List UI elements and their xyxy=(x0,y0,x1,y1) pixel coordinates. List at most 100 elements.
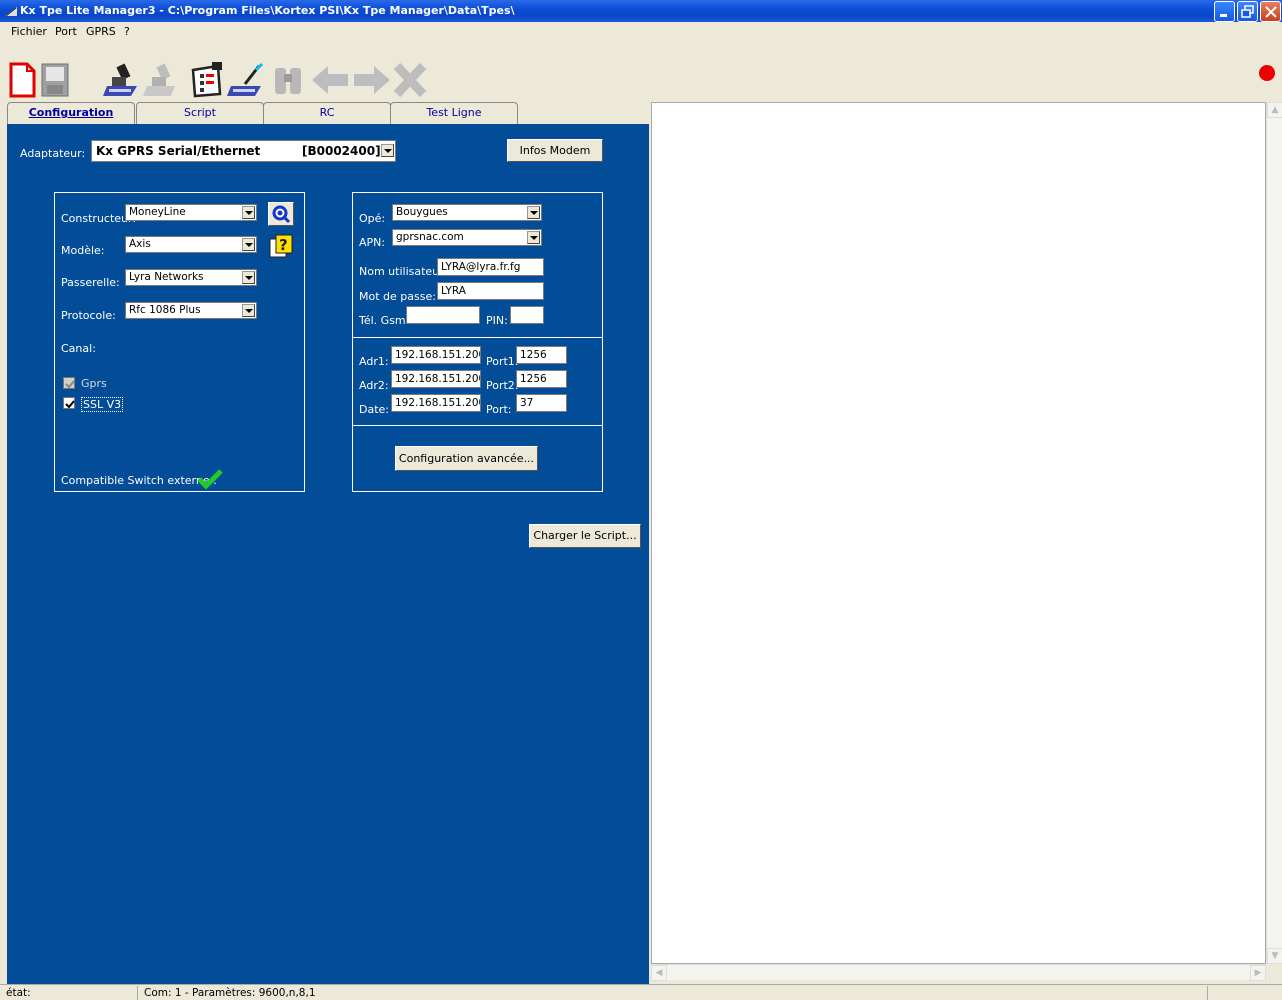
status-bar: état: Com: 1 - Paramètres: 9600,n,8,1 xyxy=(0,984,1282,1000)
menu-gprs[interactable]: GPRS xyxy=(86,25,116,38)
protocole-select[interactable]: Rfc 1086 Plus xyxy=(125,302,257,319)
date-field[interactable]: 192.168.151.200 xyxy=(391,394,481,412)
username-field[interactable]: LYRA@lyra.fr.fg xyxy=(437,258,544,276)
ssl-label: SSL V3 xyxy=(81,397,124,412)
adapter-label: Adaptateur: xyxy=(20,147,86,160)
adr1-field[interactable]: 192.168.151.200 xyxy=(391,346,481,364)
minimize-button[interactable] xyxy=(1214,1,1235,22)
check-icon xyxy=(65,400,75,409)
minimize-icon xyxy=(1220,14,1227,17)
help-model-button[interactable]: ? xyxy=(268,233,294,259)
divider xyxy=(137,986,138,1000)
search-button[interactable] xyxy=(272,62,306,96)
search-icon xyxy=(272,205,291,224)
chevron-down-icon xyxy=(381,144,394,157)
save-button[interactable] xyxy=(40,62,70,97)
adr1-label: Adr1: xyxy=(359,355,389,368)
stop-icon xyxy=(393,62,427,98)
chevron-down-icon xyxy=(527,206,540,219)
adapter-select[interactable]: Kx GPRS Serial/Ethernet [B0002400] xyxy=(91,140,396,162)
port2-field[interactable]: 1256 xyxy=(516,370,567,388)
gprs-label: Gprs xyxy=(81,377,107,390)
window-title: Kx Tpe Lite Manager3 - C:\Program Files\… xyxy=(20,4,515,17)
connect-icon xyxy=(103,63,137,96)
load-script-button[interactable]: Charger le Script... xyxy=(529,524,641,548)
binoculars-icon xyxy=(275,68,301,94)
port-field[interactable]: 37 xyxy=(516,394,567,412)
terminal-edit-icon xyxy=(227,62,264,96)
menu-bar: Fichier Port GPRS ? xyxy=(0,22,1282,40)
divider xyxy=(352,425,603,426)
scroll-right-icon[interactable]: ▶ xyxy=(1250,965,1266,981)
arrow-right-icon xyxy=(354,66,390,94)
back-button[interactable] xyxy=(310,62,350,96)
save-icon xyxy=(41,63,69,97)
adr2-field[interactable]: 192.168.151.200 xyxy=(391,370,481,388)
new-button[interactable] xyxy=(7,62,37,98)
port1-label: Port1: xyxy=(486,355,519,368)
gprs-checkbox[interactable] xyxy=(63,377,75,389)
passerelle-select[interactable]: Lyra Networks xyxy=(125,269,257,286)
menu-help[interactable]: ? xyxy=(124,25,130,38)
scroll-up-icon[interactable]: ▲ xyxy=(1267,102,1282,118)
search-model-button[interactable] xyxy=(268,202,294,226)
close-icon xyxy=(1265,6,1277,18)
app-icon xyxy=(4,4,18,18)
menu-port[interactable]: Port xyxy=(55,25,77,38)
port1-field[interactable]: 1256 xyxy=(516,346,567,364)
password-label: Mot de passe: xyxy=(359,290,436,303)
record-icon xyxy=(1259,65,1275,81)
tab-rc[interactable]: RC xyxy=(263,102,391,124)
checklist-icon xyxy=(191,62,222,98)
tab-script[interactable]: Script xyxy=(136,102,264,124)
protocole-label: Protocole: xyxy=(61,309,116,322)
scroll-down-icon[interactable]: ▼ xyxy=(1267,948,1282,964)
terminal-edit-button[interactable] xyxy=(227,62,265,96)
pin-field[interactable] xyxy=(510,306,544,324)
help-icon: ? xyxy=(269,234,293,258)
modele-select[interactable]: Axis xyxy=(125,236,257,253)
restore-button[interactable] xyxy=(1237,1,1258,22)
password-field[interactable]: LYRA xyxy=(437,282,544,300)
vertical-scrollbar[interactable]: ▲ ▼ xyxy=(1266,102,1282,964)
constructeur-select[interactable]: MoneyLine xyxy=(125,204,257,221)
compatible-switch-label: Compatible Switch externe : xyxy=(61,474,217,487)
chevron-down-icon xyxy=(527,231,540,244)
chevron-down-icon xyxy=(242,271,255,284)
username-label: Nom utilisateur: xyxy=(359,265,448,278)
arrow-left-icon xyxy=(312,66,348,94)
stop-button[interactable] xyxy=(393,62,427,98)
scroll-left-icon[interactable]: ◀ xyxy=(651,965,667,981)
modele-label: Modèle: xyxy=(61,244,105,257)
apn-select[interactable]: gprsnac.com xyxy=(392,229,542,246)
menu-fichier[interactable]: Fichier xyxy=(11,25,47,38)
status-com: Com: 1 - Paramètres: 9600,n,8,1 xyxy=(144,987,316,999)
ope-select[interactable]: Bouygues xyxy=(392,204,542,221)
advanced-config-button[interactable]: Configuration avancée... xyxy=(395,446,538,471)
tab-test-ligne[interactable]: Test Ligne xyxy=(390,102,518,124)
output-area[interactable] xyxy=(651,102,1266,964)
new-file-icon xyxy=(9,62,36,98)
port-label: Port: xyxy=(486,403,512,416)
passerelle-label: Passerelle: xyxy=(61,276,120,289)
tab-configuration[interactable]: Configuration xyxy=(7,102,135,124)
date-label: Date: xyxy=(359,403,389,416)
chevron-down-icon xyxy=(242,238,255,251)
status-state: état: xyxy=(6,987,31,999)
port2-label: Port2: xyxy=(486,379,519,392)
pin-label: PIN: xyxy=(486,314,508,327)
forward-button[interactable] xyxy=(352,62,392,96)
adr2-label: Adr2: xyxy=(359,379,389,392)
svg-text:?: ? xyxy=(279,236,288,254)
tel-gsm-field[interactable] xyxy=(406,306,480,324)
divider xyxy=(1207,986,1208,1000)
infos-modem-button[interactable]: Infos Modem xyxy=(507,139,603,162)
ssl-checkbox[interactable] xyxy=(63,397,75,409)
ope-label: Opé: xyxy=(359,212,386,225)
checklist-button[interactable] xyxy=(190,62,224,98)
connect-button[interactable] xyxy=(103,62,143,96)
apn-label: APN: xyxy=(359,236,386,249)
close-button[interactable] xyxy=(1260,1,1281,22)
disconnect-button[interactable] xyxy=(143,62,181,96)
horizontal-scrollbar[interactable]: ◀ ▶ xyxy=(651,964,1266,981)
